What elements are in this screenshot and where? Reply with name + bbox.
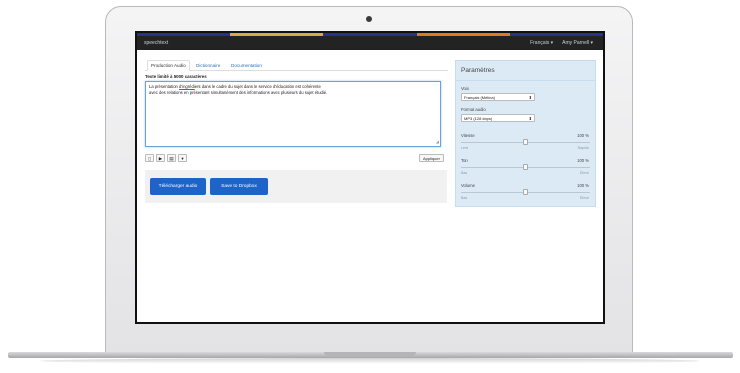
voice-label: Voix <box>461 86 469 91</box>
actions-well: Télécharger audio Save to Dropbox <box>145 170 447 203</box>
language-dropdown[interactable]: Français ▾ <box>530 40 553 46</box>
main-tabs: Production Audio Dictionnaire Documentat… <box>145 60 448 71</box>
speed-max-label: Rapide <box>577 146 589 150</box>
volume-value: 100 % <box>577 183 589 188</box>
laptop-screen: speechtext Français ▾ Amy Parnell ▾ Prod… <box>135 31 605 324</box>
more-options-button[interactable]: ▾ <box>178 154 187 162</box>
audio-format-label: Format audio <box>461 107 486 112</box>
speed-slider[interactable] <box>461 139 590 145</box>
editor-toolbar: ▯ ▶ ▤ ▾ <box>145 154 187 162</box>
pitch-slider[interactable] <box>461 164 590 170</box>
speed-value: 100 % <box>577 133 589 138</box>
save-to-dropbox-button[interactable]: Save to Dropbox <box>210 178 268 195</box>
parameters-panel: Paramètres Voix Français (Mélina) ⬍ Form… <box>455 60 596 207</box>
text-segment: La présentation <box>149 84 180 89</box>
text-line: avec des relations en présentant simulta… <box>149 90 328 95</box>
format-selected-value: MP3 (128 kbps) <box>464 116 493 121</box>
volume-slider[interactable] <box>461 189 590 195</box>
top-navbar: speechtext Français ▾ Amy Parnell ▾ <box>137 36 603 50</box>
pitch-slider-thumb[interactable] <box>523 164 528 170</box>
volume-max-label: Élevé <box>580 196 589 200</box>
volume-min-label: Bas <box>461 196 468 200</box>
character-limit-label: Texte limité à 5000 caractères <box>145 74 207 79</box>
pitch-value: 100 % <box>577 158 589 163</box>
select-caret-icon: ⬍ <box>528 116 532 121</box>
laptop-camera <box>366 16 372 22</box>
misspelled-word: d'ingrédi <box>179 84 195 89</box>
speed-min-label: Lent <box>461 146 468 150</box>
play-button[interactable]: ▶ <box>156 154 165 162</box>
tab-audio-production[interactable]: Production Audio <box>147 60 190 71</box>
pitch-max-label: Élevé <box>580 171 589 175</box>
pitch-label: Ton <box>461 158 468 163</box>
apply-button[interactable]: Appliquer <box>419 154 444 162</box>
panel-title: Paramètres <box>461 67 495 74</box>
speed-label: Vitesse <box>461 133 475 138</box>
voice-selected-value: Français (Mélina) <box>464 95 495 100</box>
text-segment: ent dans le cadre du sujet dans le servi… <box>194 84 321 89</box>
save-button[interactable]: ▤ <box>167 154 176 162</box>
pitch-min-label: Bas <box>461 171 468 175</box>
audio-format-select[interactable]: MP3 (128 kbps) ⬍ <box>461 114 535 122</box>
new-document-button[interactable]: ▯ <box>145 154 154 162</box>
speed-slider-thumb[interactable] <box>523 139 528 145</box>
resize-handle-icon[interactable]: ◢ <box>436 139 439 145</box>
text-input-area[interactable]: La présentation d'ingrédient dans le cad… <box>145 81 441 147</box>
user-menu[interactable]: Amy Parnell ▾ <box>562 40 593 46</box>
tab-dictionary[interactable]: Dictionnaire <box>193 61 223 70</box>
brand-logo[interactable]: speechtext <box>144 40 168 46</box>
download-audio-button[interactable]: Télécharger audio <box>150 178 206 195</box>
panel-divider <box>456 80 595 81</box>
volume-slider-thumb[interactable] <box>523 189 528 195</box>
volume-label: Volume <box>461 183 475 188</box>
select-caret-icon: ⬍ <box>528 95 532 100</box>
laptop-shadow <box>40 358 700 364</box>
voice-select[interactable]: Français (Mélina) ⬍ <box>461 93 535 101</box>
laptop-base-notch <box>324 352 416 356</box>
tab-documentation[interactable]: Documentation <box>228 61 265 70</box>
